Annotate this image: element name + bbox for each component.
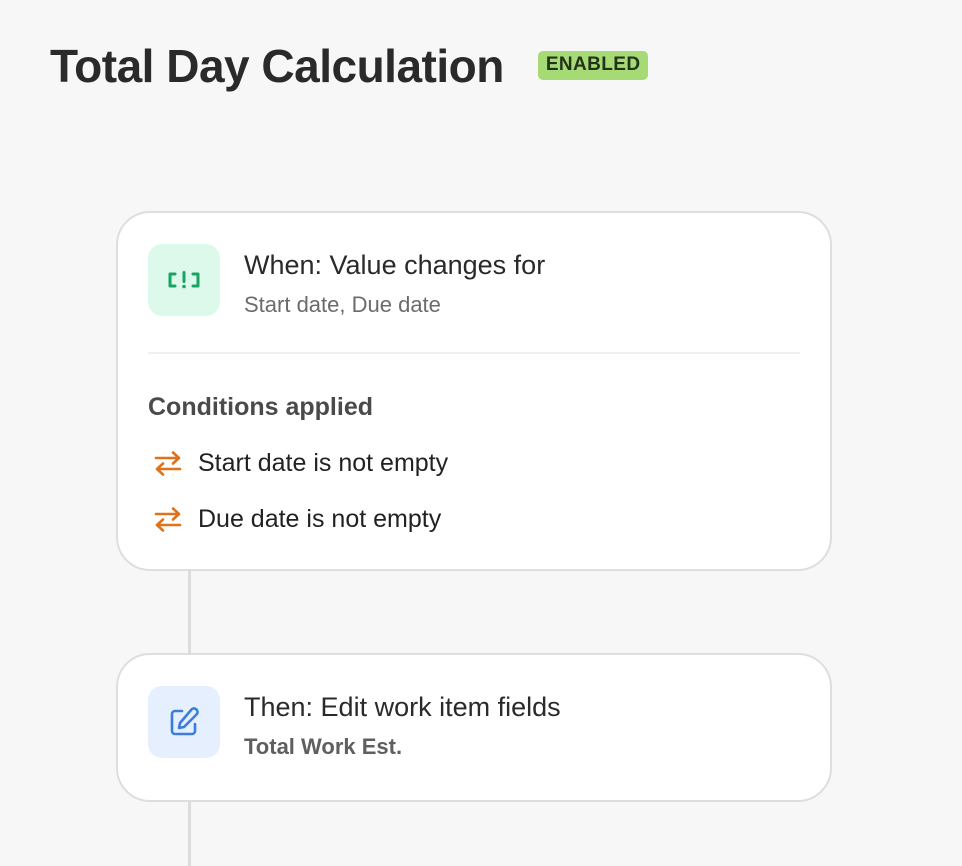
trigger-row: When: Value changes for Start date, Due … — [148, 244, 545, 320]
trigger-title: When: Value changes for — [244, 250, 546, 280]
swap-arrows-icon — [152, 503, 184, 535]
conditions-title: Conditions applied — [148, 393, 373, 421]
status-badge: ENABLED — [537, 50, 649, 80]
card-divider — [148, 352, 800, 354]
condition-item: Due date is not empty — [152, 503, 441, 535]
edit-icon — [148, 686, 220, 758]
page-title: Total Day Calculation — [50, 40, 504, 92]
trigger-fields: Start date, Due date — [244, 292, 441, 317]
flow-connector-line — [188, 802, 191, 866]
condition-label: Start date is not empty — [198, 449, 449, 477]
condition-label: Due date is not empty — [198, 505, 442, 533]
flow-connector-line — [188, 571, 191, 653]
action-row: Then: Edit work item fields Total Work E… — [148, 686, 561, 762]
swap-arrows-icon — [152, 447, 184, 479]
action-fields: Total Work Est. — [244, 734, 403, 759]
trigger-card[interactable]: When: Value changes for Start date, Due … — [116, 211, 832, 571]
action-card[interactable]: Then: Edit work item fields Total Work E… — [116, 653, 832, 802]
trigger-alert-icon — [148, 244, 220, 316]
page-header: Total Day Calculation ENABLED — [50, 38, 649, 94]
condition-item: Start date is not empty — [152, 447, 448, 479]
action-title: Then: Edit work item fields — [244, 692, 561, 722]
